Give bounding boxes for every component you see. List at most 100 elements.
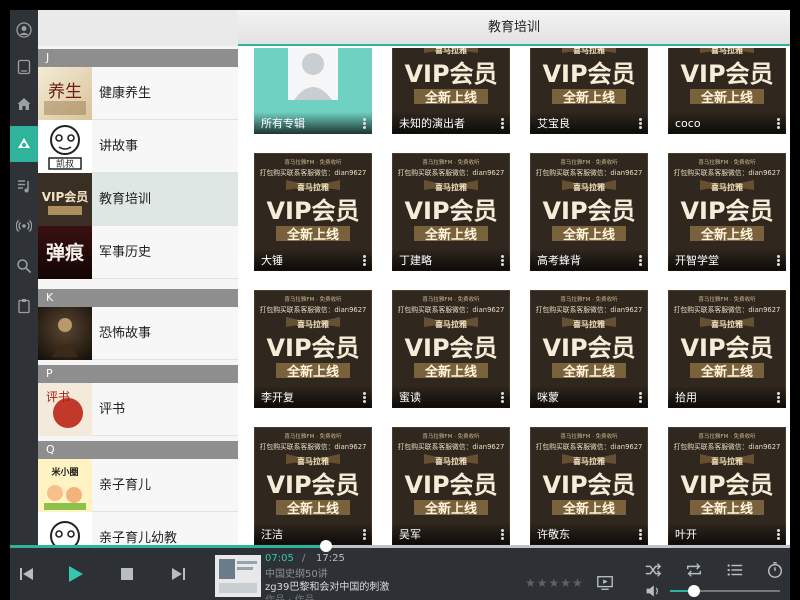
progress-handle[interactable] (319, 540, 332, 552)
category-thumb-text: 养生 (48, 82, 82, 102)
album-tile[interactable]: 喜马拉雅FM · 免费收听打包购买联系客服微信：dian9627喜马拉雅VIP会… (392, 427, 510, 545)
album-tile[interactable]: 喜马拉雅FM · 免费收听打包购买联系客服微信：dian9627喜马拉雅VIP会… (668, 48, 786, 134)
user-icon[interactable] (10, 12, 38, 48)
vip-brand: 喜马拉雅 (435, 48, 467, 55)
album-tile[interactable]: 喜马拉雅FM · 免费收听打包购买联系客服微信：dian9627喜马拉雅VIP会… (254, 153, 372, 271)
vip-top-line: 喜马拉雅FM · 免费收听 (284, 295, 342, 303)
more-options-icon[interactable] (363, 255, 366, 266)
play-button[interactable] (63, 562, 87, 586)
category-item-education[interactable]: VIP会员 教育培训 (38, 173, 238, 226)
playlist-icon[interactable] (725, 560, 745, 580)
album-tile[interactable]: 喜马拉雅FM · 免费收听打包购买联系客服微信：dian9627喜马拉雅VIP会… (254, 427, 372, 545)
album-tile-label: 丁建略 (392, 249, 510, 271)
volume-handle[interactable] (688, 585, 701, 597)
more-options-icon[interactable] (777, 529, 780, 540)
vip-tag: 全新上线 (424, 364, 477, 380)
album-tile-label: 李开复 (254, 386, 372, 408)
vip-title: VIP会员 (266, 197, 359, 225)
screen-icon[interactable] (595, 573, 615, 593)
album-tile[interactable]: 喜马拉雅FM · 免费收听打包购买联系客服微信：dian9627喜马拉雅VIP会… (530, 427, 648, 545)
clipboard-icon[interactable] (10, 288, 38, 324)
vip-top-line: 喜马拉雅FM · 免费收听 (284, 158, 342, 166)
vip-top-line: 喜马拉雅FM · 免费收听 (560, 295, 618, 303)
more-options-icon[interactable] (639, 255, 642, 266)
vip-contact: 打包购买联系客服微信：dian9627 (536, 442, 643, 451)
search-icon[interactable] (10, 248, 38, 284)
next-button[interactable] (166, 562, 190, 586)
vip-tag: 全新上线 (562, 501, 615, 517)
vip-top-line: 喜马拉雅FM · 免费收听 (422, 432, 480, 440)
artist-line: 作品 · 作品 (265, 591, 315, 600)
rating-stars[interactable]: ★★★★★ (525, 576, 584, 590)
vip-brand: 喜马拉雅 (435, 456, 467, 466)
category-item-storytelling[interactable]: 评书 评书 (38, 383, 238, 436)
volume-icon[interactable] (643, 581, 663, 600)
more-options-icon[interactable] (639, 529, 642, 540)
more-options-icon[interactable] (363, 118, 366, 129)
more-options-icon[interactable] (777, 255, 780, 266)
album-tile[interactable]: 喜马拉雅FM · 免费收听打包购买联系客服微信：dian9627喜马拉雅VIP会… (392, 290, 510, 408)
vip-top-line: 喜马拉雅FM · 免费收听 (698, 295, 756, 303)
stop-button[interactable] (115, 562, 139, 586)
vip-title: VIP会员 (542, 334, 635, 362)
category-item-horror[interactable]: 恐怖故事 (38, 307, 238, 360)
more-options-icon[interactable] (639, 118, 642, 129)
all-albums-tile[interactable]: 所有专辑 (254, 48, 372, 134)
previous-button[interactable] (15, 562, 39, 586)
more-options-icon[interactable] (363, 392, 366, 403)
album-tile-label: coco (668, 112, 786, 134)
category-item-stories[interactable]: 凯叔 讲故事 (38, 120, 238, 173)
album-tile-label: 汪洁 (254, 523, 372, 545)
category-thumbnail: 米小圈 (38, 459, 92, 512)
category-item-health[interactable]: 养生 健康养生 (38, 67, 238, 120)
timer-icon[interactable] (765, 560, 785, 580)
more-options-icon[interactable] (501, 118, 504, 129)
category-item-kids-education[interactable]: 亲子育儿幼教 (38, 512, 238, 545)
category-list[interactable]: J 养生 健康养生 凯叔 讲故事 VIP会员 教育培训 弹痕 军事历史 K 恐怖… (38, 10, 238, 545)
album-tile[interactable]: 喜马拉雅FM · 免费收听打包购买联系客服微信：dian9627喜马拉雅VIP会… (392, 48, 510, 134)
album-tile[interactable]: 喜马拉雅FM · 免费收听打包购买联系客服微信：dian9627喜马拉雅VIP会… (254, 290, 372, 408)
album-tile[interactable]: 喜马拉雅FM · 免费收听打包购买联系客服微信：dian9627喜马拉雅VIP会… (530, 153, 648, 271)
album-tile-label: 大锤 (254, 249, 372, 271)
broadcast-icon[interactable] (10, 208, 38, 244)
vip-title: VIP会员 (266, 334, 359, 362)
shuffle-icon[interactable] (643, 560, 663, 580)
album-tile[interactable]: 喜马拉雅FM · 免费收听打包购买联系客服微信：dian9627喜马拉雅VIP会… (668, 427, 786, 545)
category-item-military[interactable]: 弹痕 军事历史 (38, 226, 238, 279)
more-options-icon[interactable] (501, 529, 504, 540)
now-playing-cover[interactable] (215, 555, 261, 597)
music-list-icon[interactable] (10, 168, 38, 204)
vip-tag: 全新上线 (286, 364, 339, 380)
category-thumbnail: 弹痕 (38, 226, 92, 279)
more-options-icon[interactable] (501, 392, 504, 403)
volume-slider[interactable] (670, 585, 780, 597)
tablet-icon[interactable] (10, 49, 38, 85)
more-options-icon[interactable] (363, 529, 366, 540)
repeat-icon[interactable] (684, 560, 704, 580)
vip-tag: 全新上线 (562, 227, 615, 243)
album-tile[interactable]: 喜马拉雅FM · 免费收听打包购买联系客服微信：dian9627喜马拉雅VIP会… (530, 48, 648, 134)
album-tile-label: 高考蜂背 (530, 249, 648, 271)
album-tile[interactable]: 喜马拉雅FM · 免费收听打包购买联系客服微信：dian9627喜马拉雅VIP会… (668, 290, 786, 408)
category-thumb-text: 米小圈 (50, 466, 78, 478)
vip-brand: 喜马拉雅 (573, 319, 605, 329)
category-thumbnail: 养生 (38, 67, 92, 120)
progress-bar[interactable] (10, 540, 790, 552)
album-tile-label: 艾宝良 (530, 112, 648, 134)
album-tile[interactable]: 喜马拉雅FM · 免费收听打包购买联系客服微信：dian9627喜马拉雅VIP会… (668, 153, 786, 271)
home-icon[interactable] (10, 86, 38, 122)
category-label: 恐怖故事 (99, 326, 152, 341)
album-tile[interactable]: 喜马拉雅FM · 免费收听打包购买联系客服微信：dian9627喜马拉雅VIP会… (392, 153, 510, 271)
album-tile-label: 蜜读 (392, 386, 510, 408)
more-options-icon[interactable] (777, 392, 780, 403)
category-thumbnail (38, 512, 92, 545)
album-tile[interactable]: 喜马拉雅FM · 免费收听打包购买联系客服微信：dian9627喜马拉雅VIP会… (530, 290, 648, 408)
more-options-icon[interactable] (501, 255, 504, 266)
more-options-icon[interactable] (777, 118, 780, 129)
category-item-parenting[interactable]: 米小圈 亲子育儿 (38, 459, 238, 512)
more-options-icon[interactable] (639, 392, 642, 403)
vip-top-line: 喜马拉雅FM · 免费收听 (698, 432, 756, 440)
player-bar: 07:05 / 17:25 中国史纲50讲 zg39巴黎和会对中国的刺激 作品 … (10, 540, 790, 600)
radio-category-icon[interactable] (10, 126, 38, 162)
category-thumb-text: VIP会员 (42, 189, 89, 204)
